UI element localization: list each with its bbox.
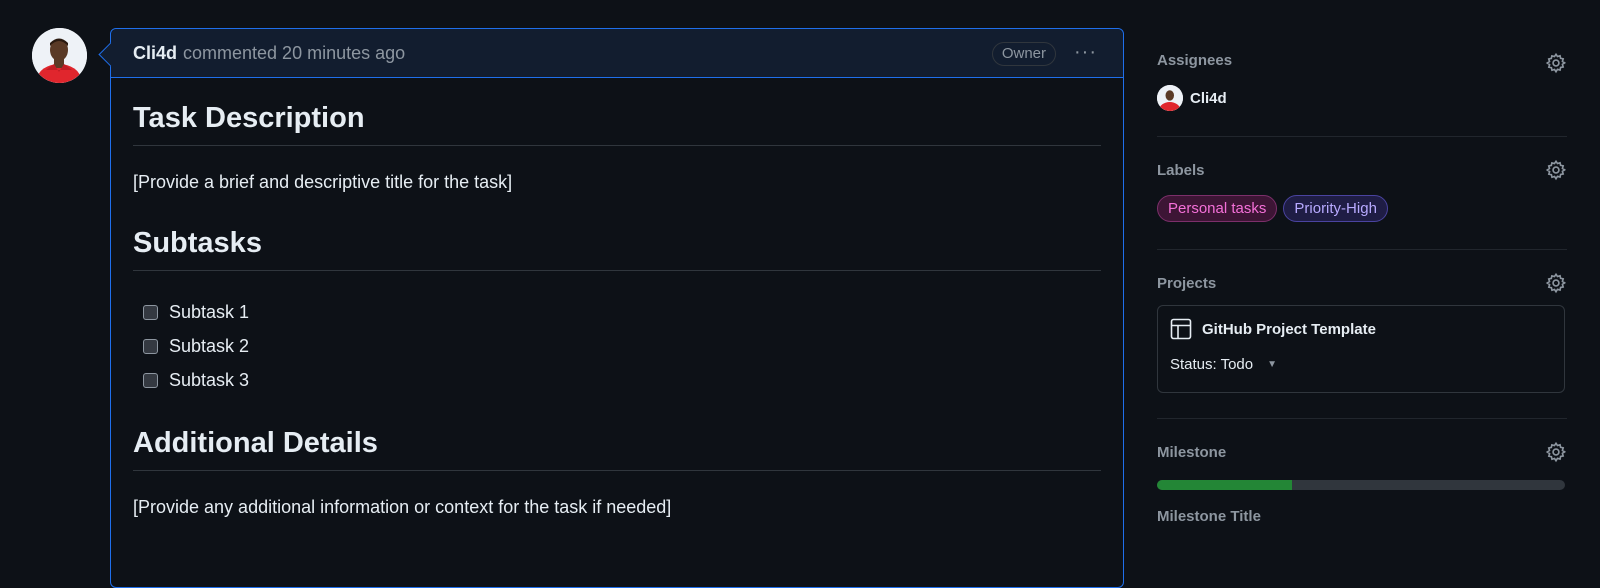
subtask-checkbox[interactable] xyxy=(143,372,158,388)
projects-gear-icon[interactable] xyxy=(1545,272,1567,294)
subtask-checkbox[interactable] xyxy=(143,304,158,320)
owner-badge: Owner xyxy=(991,42,1056,66)
chevron-down-icon[interactable]: ▼ xyxy=(1267,359,1277,370)
issue-sidebar: Assignees Cli4d Labels Personal tasks Pr… xyxy=(1157,0,1567,525)
project-card: GitHub Project Template Status: Todo ▼ xyxy=(1157,305,1565,393)
heading-subtasks: Subtasks xyxy=(133,227,1101,271)
subtask-item: Subtask 3 xyxy=(143,363,1101,397)
comment-timestamp[interactable]: commented 20 minutes ago xyxy=(183,43,405,64)
labels-section: Labels Personal tasks Priority-High xyxy=(1157,137,1567,250)
task-description-text: [Provide a brief and descriptive title f… xyxy=(133,172,513,192)
comment-header: Cli4d commented 20 minutes ago Owner ··· xyxy=(111,29,1123,78)
milestone-title[interactable]: Milestone xyxy=(1157,444,1226,461)
labels-title[interactable]: Labels xyxy=(1157,162,1205,179)
labels-gear-icon[interactable] xyxy=(1545,159,1567,181)
author-avatar[interactable] xyxy=(32,28,87,83)
subtask-label: Subtask 1 xyxy=(169,301,250,322)
comment-body: Task Description [Provide a brief and de… xyxy=(111,102,1123,518)
subtask-item: Subtask 2 xyxy=(143,329,1101,363)
milestone-progress-fill xyxy=(1157,480,1292,490)
project-name-link[interactable]: GitHub Project Template xyxy=(1202,321,1376,338)
milestone-progress-bar xyxy=(1157,480,1565,490)
comment-author-link[interactable]: Cli4d xyxy=(133,43,177,64)
project-status-value[interactable]: Status: Todo xyxy=(1170,356,1253,373)
projects-title[interactable]: Projects xyxy=(1157,275,1216,292)
heading-additional-details: Additional Details xyxy=(133,427,1101,471)
kebab-menu-icon[interactable]: ··· xyxy=(1074,42,1097,62)
assignee-item[interactable]: Cli4d xyxy=(1157,85,1567,111)
label-list: Personal tasks Priority-High xyxy=(1157,195,1567,222)
heading-task-description: Task Description xyxy=(133,102,1101,146)
issue-comment: Cli4d commented 20 minutes ago Owner ···… xyxy=(110,28,1124,588)
project-status-dropdown[interactable]: Status: Todo ▼ xyxy=(1170,356,1552,373)
milestone-name-link[interactable]: Milestone Title xyxy=(1157,508,1567,525)
subtask-label: Subtask 3 xyxy=(169,369,250,390)
projects-section: Projects GitHub Project Template Status:… xyxy=(1157,250,1567,419)
assignee-avatar[interactable] xyxy=(1157,85,1183,111)
assignees-gear-icon[interactable] xyxy=(1545,52,1567,74)
label-priority-high[interactable]: Priority-High xyxy=(1283,195,1388,222)
subtask-list: Subtask 1 Subtask 2 Subtask 3 xyxy=(133,295,1101,397)
assignees-title[interactable]: Assignees xyxy=(1157,52,1232,69)
assignees-section: Assignees Cli4d xyxy=(1157,0,1567,137)
milestone-section: Milestone Milestone Title xyxy=(1157,419,1567,525)
milestone-gear-icon[interactable] xyxy=(1545,441,1567,463)
assignee-name[interactable]: Cli4d xyxy=(1190,90,1227,107)
subtask-checkbox[interactable] xyxy=(143,338,158,354)
label-personal-tasks[interactable]: Personal tasks xyxy=(1157,195,1278,222)
additional-details-text: [Provide any additional information or c… xyxy=(133,497,672,517)
subtask-item: Subtask 1 xyxy=(143,295,1101,329)
subtask-label: Subtask 2 xyxy=(169,335,250,356)
table-icon xyxy=(1170,318,1192,340)
